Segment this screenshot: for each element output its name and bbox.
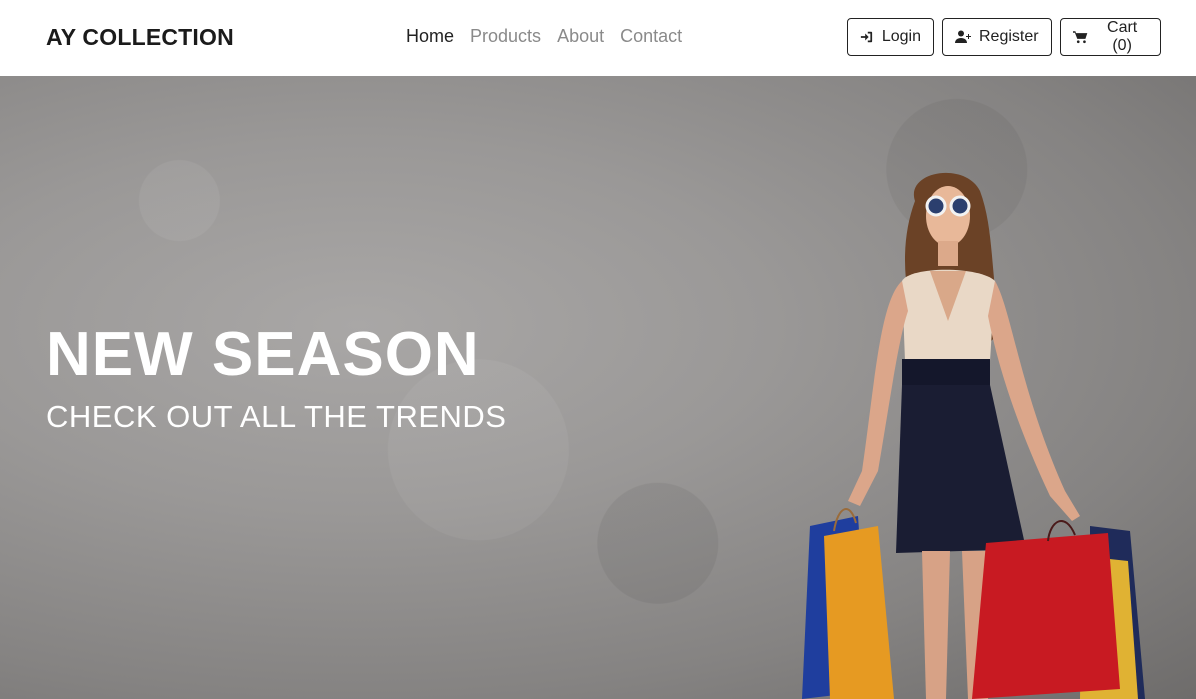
- brand-logo[interactable]: AY COLLECTION: [46, 24, 234, 51]
- top-navbar: AY COLLECTION Home Products About Contac…: [0, 0, 1196, 76]
- nav-link-contact[interactable]: Contact: [620, 26, 682, 47]
- register-button[interactable]: Register: [942, 18, 1052, 56]
- hero-subtitle: CHECK OUT ALL THE TRENDS: [46, 399, 507, 434]
- nav-link-home[interactable]: Home: [406, 26, 454, 47]
- hero-title: NEW SEASON: [46, 320, 480, 389]
- cart-icon: [1073, 31, 1088, 44]
- cart-label: Cart (0): [1107, 19, 1138, 54]
- login-button[interactable]: Login: [847, 18, 934, 56]
- nav-actions: Login Register Cart (0): [847, 18, 1161, 56]
- login-label: Login: [881, 28, 921, 45]
- nav-link-products[interactable]: Products: [470, 26, 541, 47]
- hero-model-image: [802, 172, 1145, 699]
- nav-link-about[interactable]: About: [557, 26, 604, 47]
- user-plus-icon: [955, 30, 971, 43]
- sign-in-icon: [860, 31, 873, 43]
- main-nav: Home Products About Contact: [406, 26, 682, 47]
- register-label: Register: [979, 28, 1039, 45]
- cart-button[interactable]: Cart (0): [1060, 18, 1161, 56]
- hero-banner: NEW SEASON CHECK OUT ALL THE TRENDS: [0, 76, 1196, 699]
